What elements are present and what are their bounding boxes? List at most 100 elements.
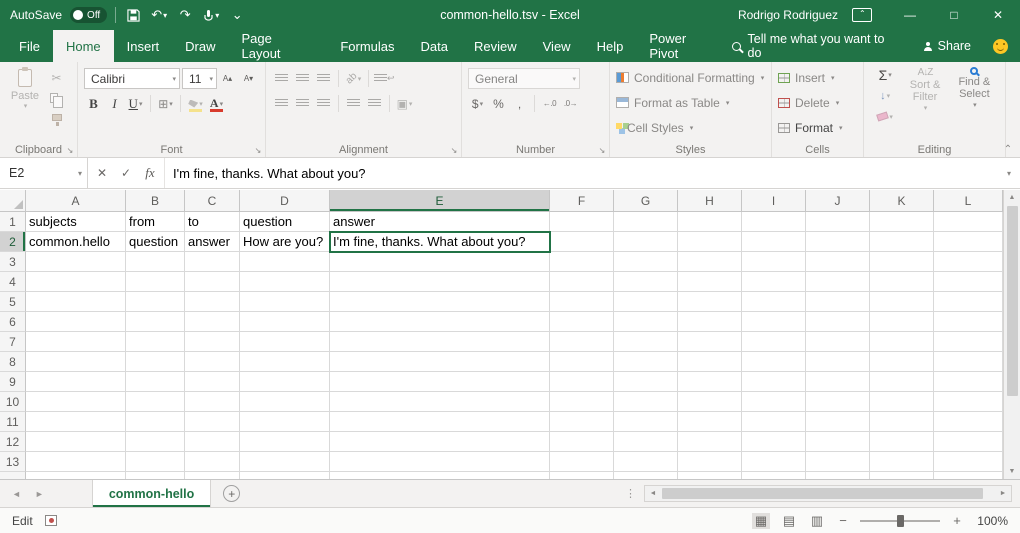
cut-icon[interactable]: ✂ [47, 68, 66, 87]
cancel-icon[interactable]: ✕ [90, 158, 114, 188]
formula-bar-expand-icon[interactable]: ▾ [998, 158, 1020, 188]
align-center-icon[interactable] [293, 94, 312, 113]
increase-decimal-icon[interactable]: ←.0 [540, 94, 559, 113]
cell-E8[interactable] [330, 352, 550, 372]
cell-K12[interactable] [870, 432, 934, 452]
row-header-2[interactable]: 2 [0, 232, 26, 252]
tell-me-box[interactable]: Tell me what you want to do [732, 32, 902, 60]
cell-H6[interactable] [678, 312, 742, 332]
percent-format-icon[interactable]: % [489, 94, 508, 113]
scroll-left-icon[interactable]: ◄ [645, 490, 661, 497]
cell-C13[interactable] [185, 452, 240, 472]
italic-button[interactable]: I [105, 94, 124, 113]
cell-B2[interactable]: question [126, 232, 185, 252]
align-right-icon[interactable] [314, 94, 333, 113]
underline-button[interactable]: U▾ [126, 94, 145, 113]
cell-C4[interactable] [185, 272, 240, 292]
cell-C5[interactable] [185, 292, 240, 312]
cell-A4[interactable] [26, 272, 126, 292]
row-header-8[interactable]: 8 [0, 352, 26, 372]
row-header-4[interactable]: 4 [0, 272, 26, 292]
cell-B10[interactable] [126, 392, 185, 412]
cell-H11[interactable] [678, 412, 742, 432]
insert-function-icon[interactable]: fx [138, 158, 162, 188]
cell-A1[interactable]: subjects [26, 212, 126, 232]
cell-F14[interactable] [550, 472, 614, 479]
cell-L13[interactable] [934, 452, 1003, 472]
cell-K5[interactable] [870, 292, 934, 312]
cell-L1[interactable] [934, 212, 1003, 232]
cell-C8[interactable] [185, 352, 240, 372]
worksheet-grid[interactable]: ABCDEFGHIJKL1subjectsfromtoquestionanswe… [0, 190, 1003, 479]
align-left-icon[interactable] [272, 94, 291, 113]
top-align-icon[interactable] [272, 69, 291, 88]
cell-G1[interactable] [614, 212, 678, 232]
cell-B8[interactable] [126, 352, 185, 372]
cell-L12[interactable] [934, 432, 1003, 452]
name-box[interactable]: E2 ▾ [0, 158, 88, 188]
cell-K2[interactable] [870, 232, 934, 252]
cell-H13[interactable] [678, 452, 742, 472]
cell-D7[interactable] [240, 332, 330, 352]
format-as-table-button[interactable]: Format as Table ▾ [616, 90, 765, 115]
cell-L2[interactable] [934, 232, 1003, 252]
sheet-tab-common-hello[interactable]: common-hello [92, 480, 211, 507]
currency-format-icon[interactable]: $▾ [468, 94, 487, 113]
cell-I3[interactable] [742, 252, 806, 272]
tab-power-pivot[interactable]: Power Pivot [636, 30, 731, 62]
cell-J2[interactable] [806, 232, 870, 252]
cell-F12[interactable] [550, 432, 614, 452]
cell-C10[interactable] [185, 392, 240, 412]
font-color-icon[interactable]: A▾ [207, 94, 226, 113]
column-header-G[interactable]: G [614, 190, 678, 212]
cell-E11[interactable] [330, 412, 550, 432]
zoom-slider-thumb[interactable] [897, 515, 904, 527]
cell-A8[interactable] [26, 352, 126, 372]
cell-H10[interactable] [678, 392, 742, 412]
cell-A2[interactable]: common.hello [26, 232, 126, 252]
cell-B3[interactable] [126, 252, 185, 272]
cell-F7[interactable] [550, 332, 614, 352]
cell-I11[interactable] [742, 412, 806, 432]
tab-draw[interactable]: Draw [172, 30, 228, 62]
fill-color-icon[interactable]: ▾ [186, 94, 205, 113]
select-all-corner[interactable] [0, 190, 26, 212]
row-header-13[interactable]: 13 [0, 452, 26, 472]
cell-K13[interactable] [870, 452, 934, 472]
cell-G13[interactable] [614, 452, 678, 472]
cell-E4[interactable] [330, 272, 550, 292]
cell-F1[interactable] [550, 212, 614, 232]
conditional-formatting-button[interactable]: Conditional Formatting ▾ [616, 65, 765, 90]
delete-cells-button[interactable]: Delete ▾ [778, 90, 857, 115]
clipboard-dialog-launcher[interactable] [65, 145, 75, 155]
tab-insert[interactable]: Insert [114, 30, 173, 62]
cell-G2[interactable] [614, 232, 678, 252]
cell-C1[interactable]: to [185, 212, 240, 232]
cell-D1[interactable]: question [240, 212, 330, 232]
cell-C6[interactable] [185, 312, 240, 332]
row-header-14[interactable] [0, 472, 26, 479]
cell-A11[interactable] [26, 412, 126, 432]
cell-A3[interactable] [26, 252, 126, 272]
comma-format-icon[interactable]: , [510, 94, 529, 113]
alignment-dialog-launcher[interactable] [449, 145, 459, 155]
cell-G5[interactable] [614, 292, 678, 312]
cell-I8[interactable] [742, 352, 806, 372]
cell-I9[interactable] [742, 372, 806, 392]
format-cells-button[interactable]: Format ▾ [778, 115, 857, 140]
number-dialog-launcher[interactable] [597, 145, 607, 155]
cell-K14[interactable] [870, 472, 934, 479]
cell-D9[interactable] [240, 372, 330, 392]
cell-G3[interactable] [614, 252, 678, 272]
cell-I13[interactable] [742, 452, 806, 472]
cell-G7[interactable] [614, 332, 678, 352]
cell-C7[interactable] [185, 332, 240, 352]
cell-B14[interactable] [126, 472, 185, 479]
redo-icon[interactable]: ↷ [176, 4, 194, 26]
cell-L6[interactable] [934, 312, 1003, 332]
cell-J12[interactable] [806, 432, 870, 452]
save-icon[interactable] [124, 4, 142, 26]
column-header-K[interactable]: K [870, 190, 934, 212]
cell-H8[interactable] [678, 352, 742, 372]
zoom-out-button[interactable]: − [836, 513, 850, 528]
